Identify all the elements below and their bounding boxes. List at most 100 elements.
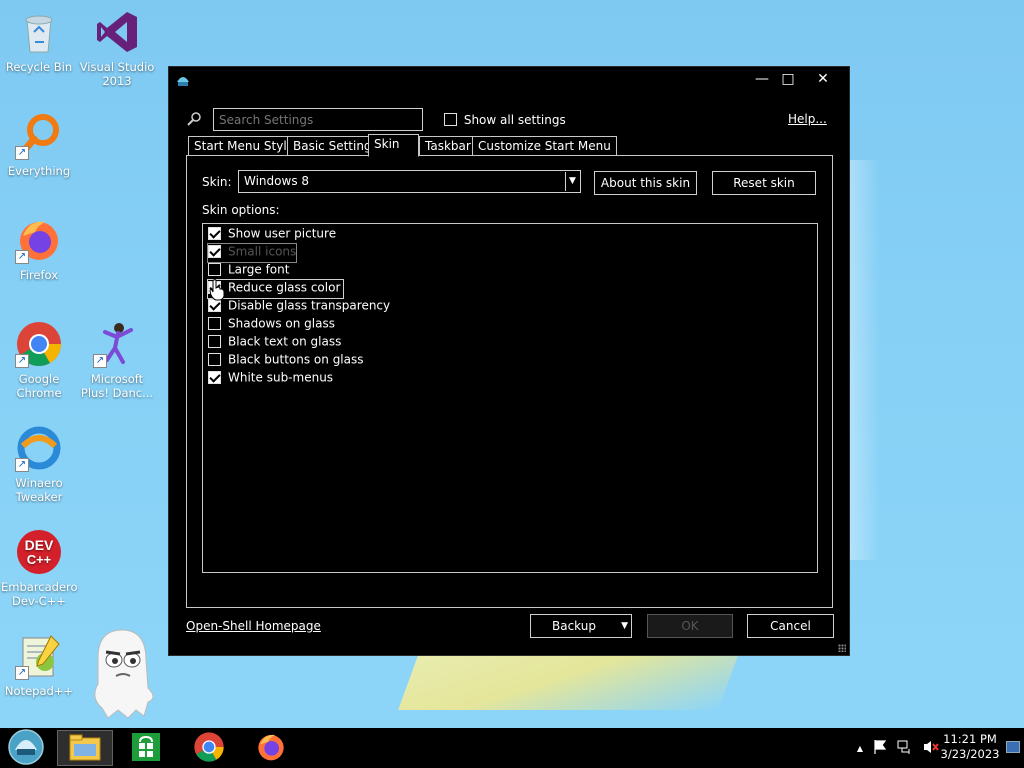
network-icon[interactable] — [897, 739, 913, 758]
option-black-buttons-on-glass[interactable]: Black buttons on glass — [208, 352, 364, 370]
skin-select-value: Windows 8 — [244, 174, 310, 188]
backup-label: Backup — [552, 619, 596, 633]
search-icon — [187, 111, 203, 130]
show-desktop-button[interactable] — [1006, 741, 1020, 753]
ok-button: OK — [647, 614, 733, 638]
desktop-icon-label: Google Chrome — [16, 372, 62, 400]
taskbar-chrome[interactable] — [181, 730, 237, 766]
start-button[interactable] — [0, 728, 52, 766]
desktop-icon-winaero-tweaker[interactable]: ↗ Winaero Tweaker — [1, 424, 77, 504]
shortcut-arrow-icon: ↗ — [15, 458, 29, 472]
search-settings-input[interactable] — [213, 108, 423, 131]
checkbox-box[interactable] — [208, 371, 221, 384]
chrome-icon — [193, 731, 225, 766]
desktop-icon-label: Embarcadero Dev-C++ — [1, 580, 78, 608]
show-hidden-icons-button[interactable]: ▲ — [857, 744, 863, 753]
option-black-text-on-glass[interactable]: Black text on glass — [208, 334, 341, 352]
flag-icon[interactable] — [872, 739, 888, 758]
option-reduce-glass-color[interactable]: Reduce glass color — [206, 279, 345, 299]
checkbox-box[interactable] — [208, 263, 221, 276]
show-all-settings-checkbox[interactable]: Show all settings — [444, 112, 566, 127]
desktop-icon-microsoft-plus-dancer[interactable]: ↗ Microsoft Plus! Danc... — [79, 320, 155, 400]
chevron-down-icon: ▼ — [621, 621, 628, 631]
desktop-icon-everything[interactable]: ↗ Everything — [1, 112, 77, 178]
visual-studio-icon — [93, 8, 141, 56]
clock-date: 3/23/2023 — [940, 747, 1000, 761]
checkbox-box[interactable] — [208, 335, 221, 348]
tab-start-menu-style[interactable]: Start Menu Style — [188, 136, 301, 156]
dialog-titlebar[interactable]: — □ ✕ — [169, 67, 849, 95]
checkbox-box[interactable] — [208, 227, 221, 240]
desktop-icon-notepad-plus-plus[interactable]: ↗ Notepad++ — [1, 632, 77, 698]
option-shadows-on-glass[interactable]: Shadows on glass — [208, 316, 335, 334]
system-tray: ▲ — [857, 728, 940, 768]
option-disable-glass-transparency[interactable]: Disable glass transparency — [208, 298, 390, 316]
desktop-icon-label: Microsoft Plus! Danc... — [80, 372, 154, 400]
maximize-button[interactable]: □ — [771, 69, 805, 91]
reset-skin-button[interactable]: Reset skin — [712, 171, 816, 195]
about-this-skin-button[interactable]: About this skin — [594, 171, 697, 195]
option-large-font[interactable]: Large font — [208, 262, 289, 280]
tab-customize-start-menu[interactable]: Customize Start Menu — [472, 136, 617, 156]
shortcut-arrow-icon: ↗ — [15, 146, 29, 160]
open-shell-homepage-link[interactable]: Open-Shell Homepage — [186, 619, 321, 633]
shortcut-arrow-icon: ↗ — [93, 354, 107, 368]
desktop-icon-recycle-bin[interactable]: Recycle Bin — [1, 8, 77, 74]
chevron-down-icon[interactable]: ▼ — [565, 172, 579, 191]
show-all-settings-label: Show all settings — [463, 112, 566, 127]
winaero-tweaker-icon: ↗ — [15, 424, 63, 472]
option-show-user-picture[interactable]: Show user picture — [208, 226, 336, 244]
skin-label: Skin: — [202, 175, 232, 189]
everything-search-icon: ↗ — [15, 112, 63, 160]
open-shell-settings-dialog: — □ ✕ Show all settings Help... Start Me… — [168, 66, 850, 656]
option-label: Disable glass transparency — [228, 298, 391, 313]
checkbox-box[interactable] — [208, 317, 221, 330]
skin-options-label: Skin options: — [202, 203, 280, 217]
desktop-icon-label: Winaero Tweaker — [15, 476, 63, 504]
ghost-mascot-image — [88, 628, 160, 720]
option-label: White sub-menus — [228, 370, 334, 385]
backup-button[interactable]: Backup ▼ — [530, 614, 632, 638]
taskbar: ▲ 11:21 PM 3/23/2023 — [0, 728, 1024, 768]
maximize-icon: □ — [781, 71, 795, 87]
option-white-sub-menus[interactable]: White sub-menus — [208, 370, 333, 388]
hand-cursor-icon — [209, 279, 225, 301]
notepad-plus-plus-icon: ↗ — [15, 632, 63, 680]
help-link[interactable]: Help... — [788, 112, 827, 126]
checkbox-box[interactable] — [208, 353, 221, 366]
option-small-icons: Small icons — [206, 243, 298, 263]
svg-text:C++: C++ — [27, 552, 52, 567]
taskbar-store[interactable] — [118, 730, 174, 766]
close-button[interactable]: ✕ — [806, 69, 840, 91]
option-label: Black buttons on glass — [228, 352, 364, 367]
speaker-muted-icon[interactable] — [922, 739, 940, 758]
desktop-icon-label: Firefox — [19, 268, 59, 282]
desktop-icon-visual-studio[interactable]: Visual Studio 2013 — [79, 8, 155, 88]
close-icon: ✕ — [817, 71, 829, 87]
desktop-icon-label: Everything — [7, 164, 71, 178]
skin-select[interactable]: Windows 8 ▼ — [238, 170, 581, 193]
option-label: Black text on glass — [228, 334, 342, 349]
taskbar-firefox[interactable] — [243, 730, 299, 766]
resize-grip-icon[interactable] — [838, 644, 846, 652]
tab-skin[interactable]: Skin — [368, 134, 419, 157]
dev-cpp-icon: DEV C++ — [15, 528, 63, 576]
desktop-icon-label: Recycle Bin — [5, 60, 73, 74]
desktop-icon-dev-cpp[interactable]: DEV C++ Embarcadero Dev-C++ — [1, 528, 78, 608]
checkbox-box[interactable] — [444, 113, 457, 126]
option-label: Large font — [228, 262, 290, 277]
firefox-icon — [255, 731, 287, 766]
checkbox-box — [208, 245, 221, 258]
shortcut-arrow-icon: ↗ — [15, 250, 29, 264]
desktop-icon-firefox[interactable]: ↗ Firefox — [1, 216, 77, 282]
tab-taskbar[interactable]: Taskbar — [419, 136, 477, 156]
desktop-icon-label: Notepad++ — [4, 684, 74, 698]
desktop-icon-chrome[interactable]: ↗ Google Chrome — [1, 320, 77, 400]
taskbar-file-explorer[interactable] — [57, 730, 113, 766]
skin-options-list[interactable]: Show user picture Small icons Large font… — [202, 223, 818, 573]
option-label: Small icons — [228, 244, 297, 259]
clock-time: 11:21 PM — [943, 732, 997, 746]
option-label: Shadows on glass — [228, 316, 335, 331]
taskbar-clock[interactable]: 11:21 PM 3/23/2023 — [940, 732, 1000, 762]
cancel-button[interactable]: Cancel — [747, 614, 834, 638]
